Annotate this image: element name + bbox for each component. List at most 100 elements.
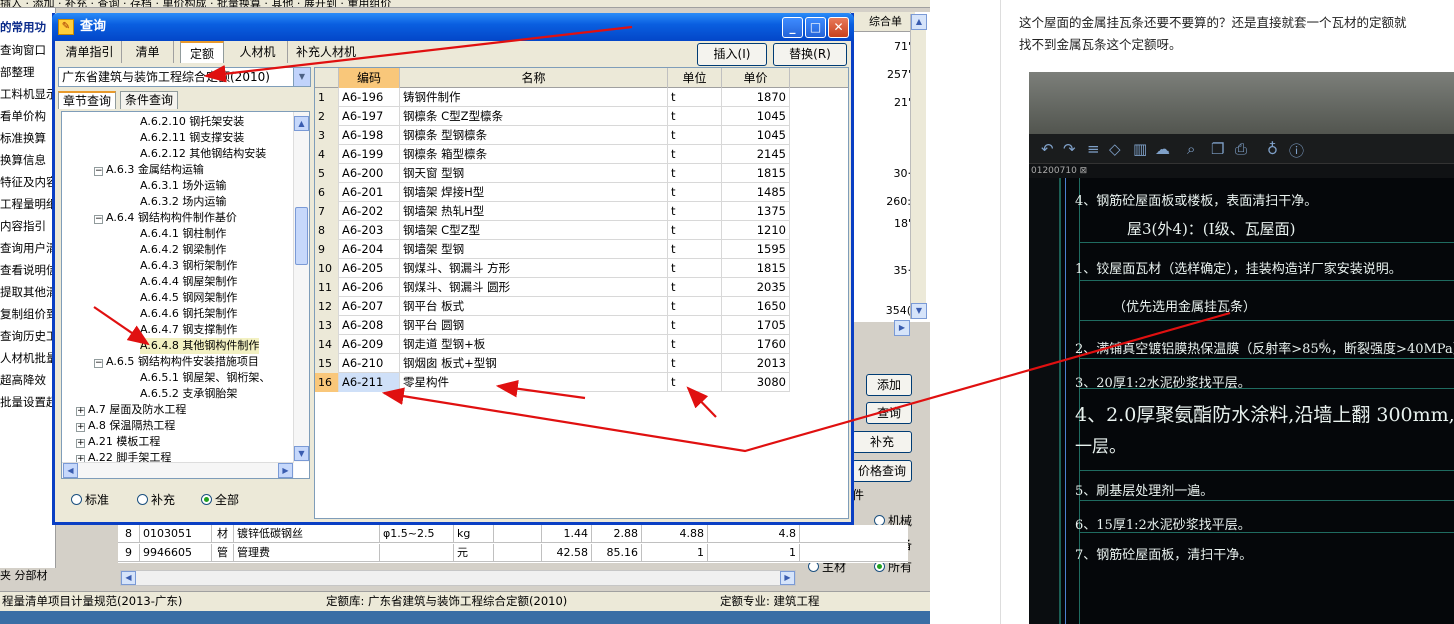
tab-bill[interactable]: 清单 (122, 41, 174, 63)
tree-node[interactable]: A.6.2.10 钢托架安装 (140, 114, 244, 130)
chevron-down-icon[interactable]: ▼ (293, 68, 310, 86)
common-function-item[interactable]: 内容指引 (0, 217, 56, 235)
quota-row[interactable]: 3 A6-198 钢檩条 型钢檩条 t 1045 (315, 126, 790, 145)
tree-node[interactable]: A.6.3.1 场外运输 (140, 178, 226, 194)
maximize-icon[interactable]: □ (805, 17, 826, 38)
scroll-up-icon[interactable]: ▲ (294, 116, 309, 131)
quota-row[interactable]: 10 A6-205 钢煤斗、钢漏斗 方形 t 1815 (315, 259, 790, 278)
quota-row[interactable]: 11 A6-206 钢煤斗、钢漏斗 圆形 t 2035 (315, 278, 790, 297)
common-function-item[interactable]: 批量设置超 (0, 393, 56, 411)
tree-node[interactable]: A.6.4.3 钢桁架制作 (140, 258, 237, 274)
expand-icon[interactable]: + (76, 439, 85, 448)
quota-row[interactable]: 2 A6-197 钢檩条 C型Z型檩条 t 1045 (315, 107, 790, 126)
minimize-icon[interactable]: _ (782, 17, 803, 38)
scroll-down-icon[interactable]: ▼ (911, 303, 927, 319)
tree-node[interactable]: A.6.5.1 钢屋架、钢桁架、 (140, 370, 270, 386)
scroll-left-icon[interactable]: ◀ (63, 463, 78, 478)
scroll-right-icon[interactable]: ▶ (278, 463, 293, 478)
tree-node[interactable]: A.6.4.6 钢托架制作 (140, 306, 237, 322)
header-price[interactable]: 单价 (722, 68, 790, 88)
tab-condition-search[interactable]: 条件查询 (120, 91, 179, 109)
tree-node-selected[interactable]: A.6.4.8 其他钢构件制作 (140, 338, 260, 354)
tree-node[interactable]: A.6.3.2 场内运输 (140, 194, 226, 210)
quota-library-select[interactable]: 广东省建筑与装饰工程综合定额(2010) ▼ (58, 67, 311, 87)
tree-node[interactable]: − A.6.3 金属结构运输 (94, 162, 204, 178)
header-name[interactable]: 名称 (400, 68, 668, 88)
tree-node[interactable]: A.6.4.5 钢网架制作 (140, 290, 237, 306)
tree-node[interactable]: A.6.4.1 钢柱制作 (140, 226, 226, 242)
common-function-item[interactable]: 查询窗口 (0, 41, 56, 59)
tree-node[interactable]: + A.7 屋面及防水工程 (76, 402, 186, 418)
radio-supplement[interactable]: 补充 (137, 491, 175, 508)
header-code[interactable]: 编码 (339, 68, 400, 88)
common-function-item[interactable]: 换算信息 (0, 151, 56, 169)
common-function-item[interactable]: 工程量明细 (0, 195, 56, 213)
radio-standard[interactable]: 标准 (71, 491, 109, 508)
resource-row[interactable]: 9 9946605 管管理费元 42.58 85.16 1 1 (118, 544, 908, 562)
quota-row[interactable]: 7 A6-202 钢墙架 热轧H型 t 1375 (315, 202, 790, 221)
common-function-item[interactable]: 查询用户清 (0, 239, 56, 257)
quota-row[interactable]: 4 A6-199 钢檩条 箱型檩条 t 2145 (315, 145, 790, 164)
common-function-item[interactable]: 看单价构 (0, 107, 56, 125)
query-button[interactable]: 查询 (866, 402, 912, 424)
tree-node[interactable]: + A.21 模板工程 (76, 434, 160, 450)
bottom-tab-strip[interactable]: 夹 分部材 (0, 568, 118, 584)
close-icon[interactable]: ✕ (828, 17, 849, 38)
scroll-right-icon[interactable]: ▶ (894, 320, 910, 336)
common-function-item[interactable]: 复制组价到 (0, 305, 56, 323)
tree-node[interactable]: A.6.4.2 钢梁制作 (140, 242, 226, 258)
tree-node[interactable]: + A.8 保温隔热工程 (76, 418, 175, 434)
quota-row[interactable]: 12 A6-207 钢平台 板式 t 1650 (315, 297, 790, 316)
common-function-item[interactable]: 部整理 (0, 63, 56, 81)
price-query-button[interactable]: 价格查询 (852, 460, 912, 482)
scroll-up-icon[interactable]: ▲ (911, 14, 927, 30)
tree-node[interactable]: A.6.4.4 钢屋架制作 (140, 274, 237, 290)
tab-chapter-search[interactable]: 章节查询 (58, 91, 117, 109)
radio-all-scope[interactable]: 全部 (201, 491, 239, 508)
upper-horizontal-scrollbar[interactable]: ▶ (850, 320, 910, 336)
replace-button[interactable]: 替换(R) (773, 43, 847, 66)
common-function-item[interactable]: 人材机批量 (0, 349, 56, 367)
resource-grid-hscrollbar[interactable]: ◀ ▶ (120, 570, 796, 586)
quota-row[interactable]: 6 A6-201 钢墙架 焊接H型 t 1485 (315, 183, 790, 202)
header-unit[interactable]: 单位 (668, 68, 722, 88)
tree-node[interactable]: A.6.4.7 钢支撑制作 (140, 322, 237, 338)
collapse-icon[interactable]: − (94, 167, 103, 176)
common-function-item[interactable]: 提取其他清 (0, 283, 56, 301)
quota-row[interactable]: 15 A6-210 钢烟囱 板式+型钢 t 2013 (315, 354, 790, 373)
dialog-title-bar[interactable]: ✎ 查询 _ □ ✕ (52, 13, 854, 41)
tab-labor-material-machine[interactable]: 人材机 (228, 41, 288, 63)
expand-icon[interactable]: + (76, 423, 85, 432)
common-function-item[interactable]: 查询历史工 (0, 327, 56, 345)
tree-node[interactable]: A.6.5.2 支承钢胎架 (140, 386, 237, 402)
common-function-item[interactable]: 超高降效 (0, 371, 56, 389)
tree-node[interactable]: − A.6.4 钢结构构件制作基价 (94, 210, 237, 226)
tab-bill-guide[interactable]: 清单指引 (58, 41, 122, 63)
insert-button[interactable]: 插入(I) (697, 43, 767, 66)
scroll-down-icon[interactable]: ▼ (294, 446, 309, 461)
tab-quota[interactable]: 定额 (180, 41, 224, 63)
quota-row[interactable]: 8 A6-203 钢墙架 C型Z型 t 1210 (315, 221, 790, 240)
tree-vertical-scrollbar[interactable]: ▲ ▼ (293, 112, 309, 462)
collapse-icon[interactable]: − (94, 215, 103, 224)
quota-row[interactable]: 1 A6-196 铸钢件制作 t 1870 (315, 88, 790, 107)
quota-row[interactable]: 13 A6-208 钢平台 圆钢 t 1705 (315, 316, 790, 335)
quota-row[interactable]: 16 A6-211 零星构件 t 3080 (315, 373, 790, 392)
tab-supplement-lmm[interactable]: 补充人材机 (290, 41, 362, 63)
add-button[interactable]: 添加 (866, 374, 912, 396)
collapse-icon[interactable]: − (94, 359, 103, 368)
tree-node[interactable]: A.6.2.12 其他钢结构安装 (140, 146, 266, 162)
scroll-left-icon[interactable]: ◀ (121, 571, 136, 585)
common-function-item[interactable]: 工料机显示 (0, 85, 56, 103)
scroll-thumb[interactable] (295, 207, 308, 265)
scroll-right-icon[interactable]: ▶ (780, 571, 795, 585)
quota-row[interactable]: 5 A6-200 钢天窗 型钢 t 1815 (315, 164, 790, 183)
tree-horizontal-scrollbar[interactable]: ◀ ▶ (62, 462, 294, 478)
tree-node[interactable]: − A.6.5 钢结构构件安装措施项目 (94, 354, 259, 370)
expand-icon[interactable]: + (76, 407, 85, 416)
tree-node[interactable]: A.6.2.11 钢支撑安装 (140, 130, 244, 146)
quota-row[interactable]: 14 A6-209 钢走道 型钢+板 t 1760 (315, 335, 790, 354)
resource-row[interactable]: 8 0103051 材镀锌低碳钢丝 φ1.5~2.5 kg 1.44 2.88 4.88 4.8 (118, 525, 908, 543)
common-function-item[interactable]: 特征及内容 (0, 173, 56, 191)
quota-row[interactable]: 9 A6-204 钢墙架 型钢 t 1595 (315, 240, 790, 259)
